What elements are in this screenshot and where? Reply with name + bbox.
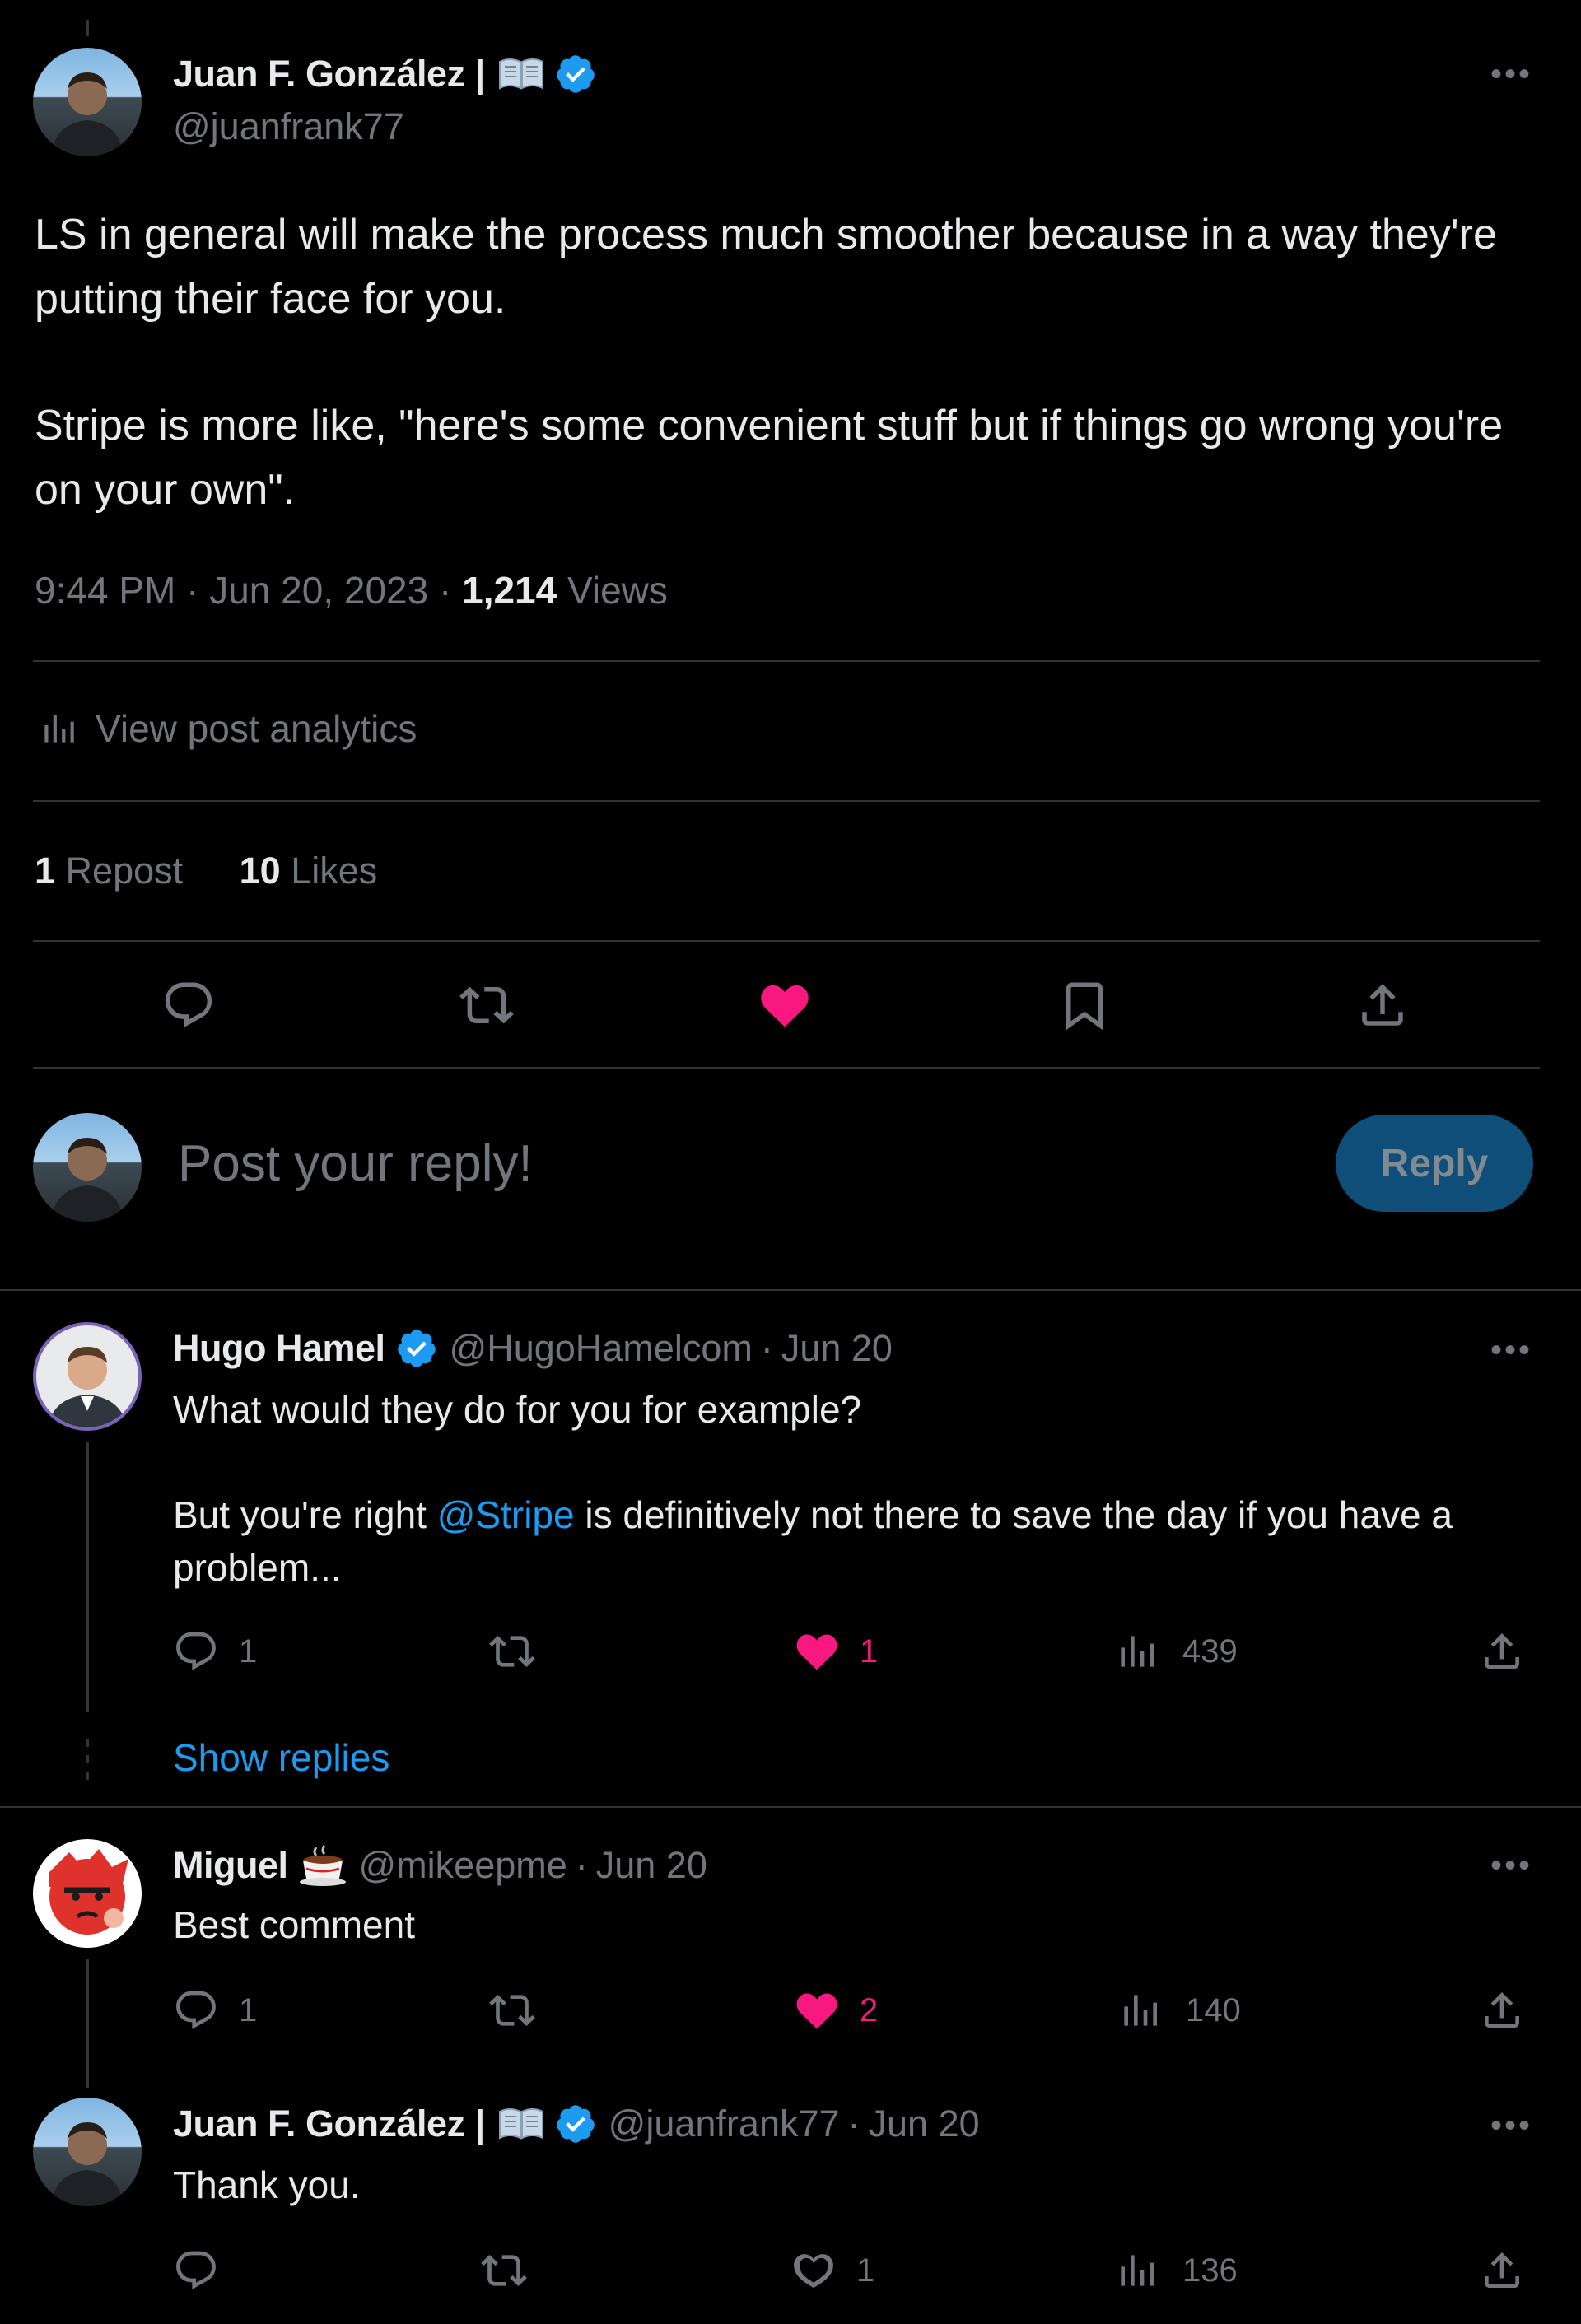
share-icon xyxy=(1479,2247,1525,2294)
likes-link[interactable]: 10 Likes xyxy=(240,850,378,892)
share-button[interactable] xyxy=(1479,2247,1525,2294)
avatar[interactable] xyxy=(33,1839,142,1948)
like-button[interactable]: 1 xyxy=(794,1628,878,1674)
verified-badge-icon xyxy=(395,1327,438,1370)
like-button[interactable]: 1 xyxy=(790,2247,874,2294)
share-icon[interactable] xyxy=(1355,978,1410,1032)
reply-text-paragraph-1: What would they do for you for example? xyxy=(173,1388,862,1431)
views-button[interactable]: 140 xyxy=(1117,1987,1241,2033)
reply-icon[interactable] xyxy=(161,978,216,1032)
more-icon[interactable]: ••• xyxy=(1490,1849,1532,1882)
repost-button[interactable] xyxy=(481,2247,527,2294)
thread-dots xyxy=(86,1739,89,1785)
verified-badge-icon xyxy=(554,2103,597,2145)
post-time[interactable]: 9:44 PM xyxy=(35,569,175,612)
repost-icon xyxy=(481,2247,527,2294)
views-button[interactable]: 136 xyxy=(1113,2247,1238,2294)
post-date[interactable]: Jun 20 xyxy=(596,1844,707,1887)
divider xyxy=(33,660,1540,662)
post-text-paragraph-2: Stripe is more like, "here's some conven… xyxy=(35,402,1504,514)
views-count: 1,214 xyxy=(462,569,557,612)
divider xyxy=(33,800,1540,802)
engagement-stats: 1 Repost 10 Likes xyxy=(35,850,377,892)
avatar[interactable] xyxy=(33,48,142,156)
post-date[interactable]: Jun 20 xyxy=(781,1327,893,1370)
post-date[interactable]: Jun 20 xyxy=(869,2103,980,2145)
book-emoji-icon xyxy=(497,55,546,93)
like-icon xyxy=(794,1987,840,2033)
reply-text: Thank you. xyxy=(173,2163,361,2206)
analytics-icon xyxy=(38,708,79,749)
reply-icon xyxy=(173,1987,219,2033)
share-icon xyxy=(1479,1628,1525,1674)
share-icon xyxy=(1479,1987,1525,2033)
author-handle[interactable]: @mikeepme xyxy=(359,1844,567,1887)
author-name[interactable]: Juan F. González | xyxy=(173,53,485,95)
reply-button[interactable]: 1 xyxy=(173,1628,257,1674)
book-emoji-icon xyxy=(497,2105,546,2143)
author-name[interactable]: Juan F. González | xyxy=(173,2103,485,2145)
views-icon xyxy=(1113,2247,1159,2294)
avatar[interactable] xyxy=(33,2098,142,2206)
share-button[interactable] xyxy=(1479,1987,1525,2033)
author-handle[interactable]: @juanfrank77 xyxy=(173,105,404,148)
divider xyxy=(0,1289,1581,1291)
mention-link[interactable]: @Stripe xyxy=(437,1493,575,1536)
reply-text: Best comment xyxy=(173,1903,415,1946)
thread-line-top xyxy=(86,20,89,36)
show-replies-link[interactable]: Show replies xyxy=(173,1735,389,1780)
author-name[interactable]: Miguel xyxy=(173,1844,288,1887)
coffee-emoji-icon xyxy=(298,1844,347,1887)
more-icon[interactable]: ••• xyxy=(1490,58,1532,91)
reposts-link[interactable]: 1 Repost xyxy=(35,850,194,892)
reply-button[interactable] xyxy=(173,2247,219,2294)
divider xyxy=(0,1806,1581,1808)
reply-icon xyxy=(173,1628,219,1674)
author-handle[interactable]: @juanfrank77 xyxy=(609,2103,840,2145)
author-handle[interactable]: @HugoHamelcom xyxy=(450,1327,753,1370)
post-text-paragraph-1: LS in general will make the process much… xyxy=(35,211,1497,323)
divider xyxy=(33,940,1540,942)
repost-icon xyxy=(489,1987,535,2033)
reply-icon xyxy=(173,2247,219,2294)
repost-icon[interactable] xyxy=(459,978,514,1032)
thread-line xyxy=(86,1442,89,1712)
bookmark-icon[interactable] xyxy=(1057,978,1112,1032)
like-icon xyxy=(790,2247,837,2294)
like-button[interactable]: 2 xyxy=(794,1987,878,2033)
avatar[interactable] xyxy=(33,1322,142,1431)
author-name[interactable]: Hugo Hamel xyxy=(173,1327,385,1370)
like-icon xyxy=(794,1628,840,1674)
thread-line xyxy=(86,1959,89,2088)
more-icon[interactable]: ••• xyxy=(1490,1334,1532,1367)
views-icon xyxy=(1113,1628,1159,1674)
view-analytics-link[interactable]: View post analytics xyxy=(38,706,417,751)
repost-button[interactable] xyxy=(489,1628,535,1674)
reply-text-paragraph-2: But you're right @Stripe is definitively… xyxy=(173,1493,1453,1589)
repost-button[interactable] xyxy=(489,1987,535,2033)
views-button[interactable]: 439 xyxy=(1113,1628,1238,1674)
avatar[interactable] xyxy=(33,1113,142,1222)
post-meta: 9:44 PM · Jun 20, 2023 · 1,214 Views xyxy=(35,569,668,612)
share-button[interactable] xyxy=(1479,1628,1525,1674)
views-label: Views xyxy=(567,569,668,612)
more-icon[interactable]: ••• xyxy=(1490,2109,1532,2142)
verified-badge-icon xyxy=(554,53,597,95)
like-icon[interactable] xyxy=(758,978,812,1032)
reply-button[interactable]: Reply xyxy=(1336,1115,1533,1212)
post-date[interactable]: Jun 20, 2023 xyxy=(209,569,428,612)
reply-button[interactable]: 1 xyxy=(173,1987,257,2033)
divider xyxy=(33,1067,1540,1069)
reply-input[interactable]: Post your reply! xyxy=(178,1134,533,1193)
views-icon xyxy=(1117,1987,1163,2033)
repost-icon xyxy=(489,1628,535,1674)
